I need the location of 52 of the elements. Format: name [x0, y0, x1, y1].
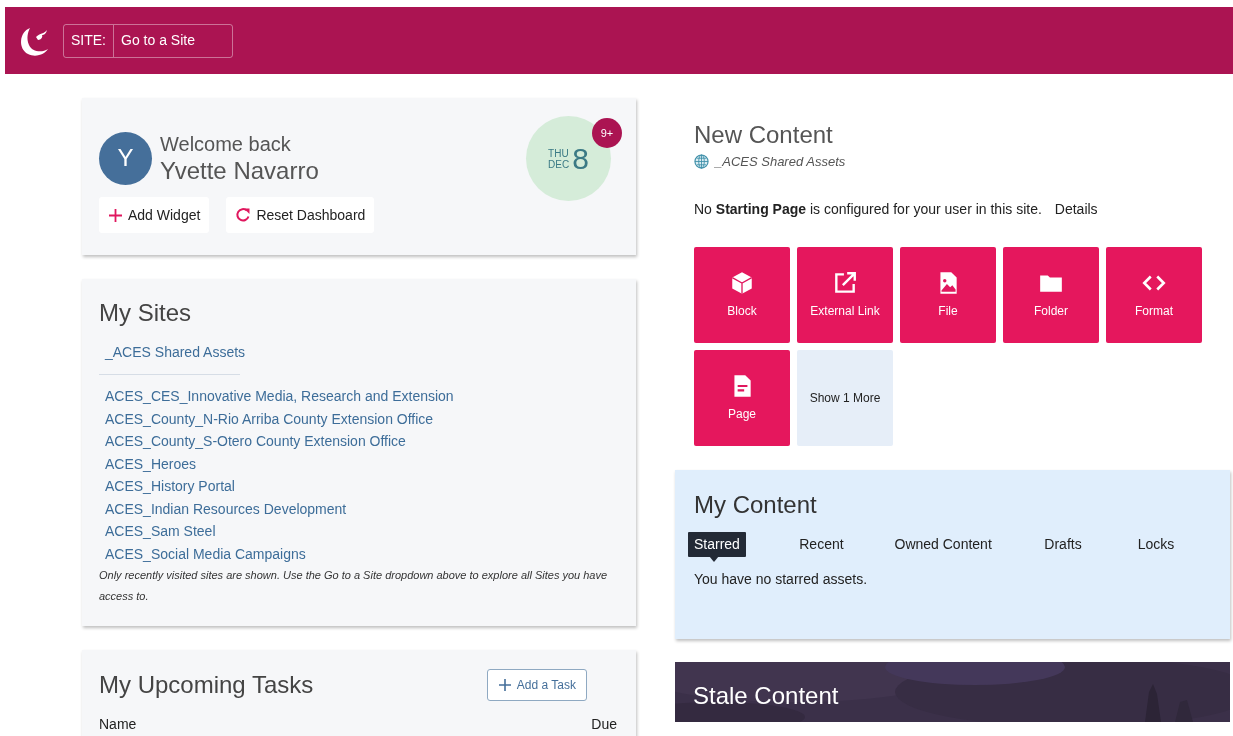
site-value: Go to a Site	[120, 31, 196, 50]
site-link[interactable]: ACES_History Portal	[99, 475, 235, 498]
card-title: My Sites	[99, 298, 192, 328]
reset-dashboard-button[interactable]: Reset Dashboard	[226, 197, 375, 233]
add-task-button[interactable]: Add a Task	[486, 669, 587, 701]
greeting-text: Welcome back	[160, 132, 292, 157]
sites-note: Only recently visited sites are shown. Use the Go to a Site dropdown above to explore all Sites you have access to.	[99, 568, 609, 604]
content-type-tile[interactable]: Format	[1106, 246, 1202, 343]
plus-icon	[108, 207, 123, 223]
card-title: My Upcoming Tasks	[99, 670, 314, 700]
starting-page-message: No Starting Page is configured for your user in this site.	[694, 199, 1042, 219]
site-link[interactable]: ACES_County_N-Rio Arriba County Extension Office	[99, 407, 434, 430]
notification-badge[interactable]: 9+	[592, 118, 622, 148]
card-title: My Content	[694, 490, 818, 520]
content-type-tile[interactable]: Page	[694, 349, 790, 446]
day-number: 8	[572, 143, 589, 174]
month-text: DEC	[548, 158, 570, 170]
weekday-text: THU	[548, 147, 570, 159]
site-link[interactable]: ACES_County_S-Otero County Extension Office	[99, 430, 406, 453]
site-link[interactable]: ACES_Indian Resources Development	[99, 497, 347, 520]
content-tab[interactable]: Starred	[688, 532, 746, 557]
site-link[interactable]: ACES_CES_Innovative Media, Research and Extension	[99, 385, 454, 408]
column-header: Name	[99, 715, 137, 734]
content-type-tile[interactable]: External Link	[797, 246, 893, 343]
content-type-tile[interactable]: Block	[694, 246, 790, 343]
card-title: Stale Content	[693, 681, 839, 711]
content-type-tile[interactable]: File	[900, 246, 996, 343]
site-name: _ACES Shared Assets	[715, 153, 846, 171]
user-name: Yvette Navarro	[160, 157, 319, 185]
external-link-icon	[832, 269, 858, 296]
site-label: SITE:	[64, 24, 114, 57]
site-link[interactable]: _ACES Shared Assets	[99, 342, 246, 362]
cube-icon	[729, 269, 755, 296]
card-title: New Content	[694, 120, 834, 150]
content-tab[interactable]: Owned Content	[888, 532, 998, 557]
details-link[interactable]: Details	[1054, 198, 1098, 220]
add-widget-button[interactable]: Add Widget	[99, 197, 210, 233]
column-header: Due	[591, 715, 617, 734]
plus-icon	[497, 678, 512, 692]
refresh-icon	[235, 207, 252, 223]
content-tab[interactable]: Locks	[1131, 532, 1181, 557]
show-more-button[interactable]: Show 1 More	[797, 349, 893, 446]
content-tab[interactable]: Drafts	[1038, 532, 1088, 557]
content-type-tile[interactable]: Folder	[1003, 246, 1099, 343]
empty-message: You have no starred assets.	[694, 570, 869, 589]
site-selector[interactable]: SITE: Go to a Site	[63, 23, 233, 58]
site-link[interactable]: ACES_Social Media Campaigns	[99, 542, 306, 565]
site-link[interactable]: ACES_Sam Steel	[99, 520, 216, 543]
content-tab[interactable]: Recent	[793, 532, 850, 557]
globe-icon	[694, 154, 709, 170]
avatar: Y	[99, 131, 152, 185]
site-link[interactable]: ACES_Heroes	[99, 452, 197, 475]
